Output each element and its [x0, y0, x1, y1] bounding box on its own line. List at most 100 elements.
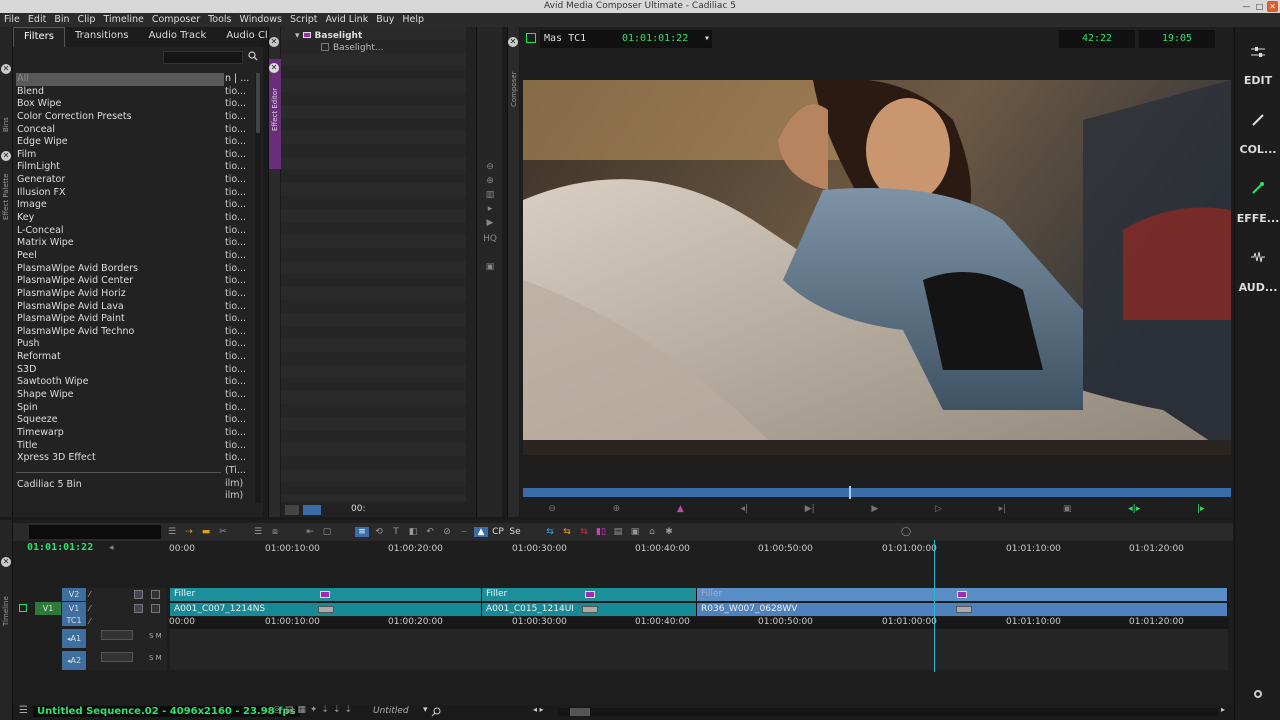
effect-category-item[interactable]: Squeeze [16, 414, 224, 427]
workspace-effects[interactable]: EFFE... [1235, 212, 1280, 225]
grid-icon[interactable]: ▥ [483, 190, 497, 202]
menu-timeline[interactable]: Timeline [103, 13, 143, 27]
audio-waveform-icon[interactable] [101, 630, 133, 640]
bins-strip-label[interactable]: Bins [2, 117, 10, 132]
monitor-menu-icon[interactable] [526, 33, 536, 43]
effect-category-item[interactable]: Reformat [16, 351, 224, 364]
timeline-scrollbar[interactable] [558, 708, 1218, 716]
play-icon[interactable]: ▶ [871, 504, 878, 514]
effect-category-item[interactable]: PlasmaWipe Avid Paint [16, 313, 224, 326]
effect-category-item[interactable]: Shape Wipe [16, 389, 224, 402]
delete-icon[interactable]: ⇆ [577, 527, 591, 537]
composer-strip-label[interactable]: Composer [510, 71, 518, 107]
go-to-previous-keyframe-icon[interactable]: ◂| [740, 504, 748, 514]
effect-category-item[interactable]: Matrix Wipe [16, 237, 224, 250]
timecode-display[interactable]: Mas TC1 01:01:01:22 ▾ [540, 30, 712, 48]
search-input[interactable] [163, 51, 243, 64]
se-toggle[interactable]: Se [508, 527, 522, 537]
audio-fade-icon[interactable]: ⌣ [457, 527, 471, 537]
mark-in-icon[interactable]: ◂|▸ [1128, 504, 1140, 514]
menu-clip[interactable]: Clip [78, 13, 96, 27]
effect-name[interactable]: ▾ Baselight [295, 31, 362, 41]
menu-script[interactable]: Script [290, 13, 318, 27]
cp-toggle[interactable]: CP [491, 527, 505, 537]
source-track-v1[interactable]: V1 [35, 602, 61, 615]
track-tc1[interactable]: TC1 [62, 615, 86, 626]
search-icon[interactable] [248, 51, 258, 61]
effect-category-item[interactable]: Key [16, 212, 224, 225]
track-monitor-icon[interactable] [151, 590, 160, 599]
scroll-right-icon[interactable]: ▸ [1221, 705, 1225, 714]
step-forward-icon[interactable]: ▷ [935, 504, 942, 514]
close-bins-icon[interactable]: ✕ [1, 64, 11, 74]
close-palette-icon[interactable]: ✕ [1, 151, 11, 161]
zoom-out-icon[interactable]: ⊖ [548, 504, 556, 514]
toolbar-menu-icon[interactable]: ☰ [165, 527, 179, 537]
audio-waveform-icon[interactable] [101, 652, 133, 662]
disable-icon[interactable]: ⊘ [440, 527, 454, 537]
timeline-tool-icons[interactable]: ◎▤▦✦⇣⇣⇣ [273, 705, 356, 715]
remaining-display[interactable]: 19:05 [1139, 30, 1215, 48]
close-effect-editor-icon[interactable]: ✕ [269, 37, 279, 47]
sync-lock-icon[interactable]: ≡ [355, 527, 369, 537]
effect-category-item[interactable]: Timewarp [16, 427, 224, 440]
bin-name[interactable]: Cadiliac 5 Bin [17, 479, 82, 490]
effect-category-item[interactable]: PlasmaWipe Avid Lava [16, 301, 224, 314]
effect-category-item[interactable]: Generator [16, 174, 224, 187]
link-icon[interactable]: ⟲ [372, 527, 386, 537]
zoom-in-icon[interactable]: ⊕ [483, 176, 497, 188]
effect-editor-strip-label[interactable]: Effect Editor [271, 88, 279, 131]
effect-category-item[interactable]: Title [16, 440, 224, 453]
menu-avid-link[interactable]: Avid Link [326, 13, 369, 27]
timecode-menu-icon[interactable]: ◂ [109, 543, 114, 553]
edit-workspace-icon[interactable] [1251, 45, 1265, 59]
effect-category-item[interactable]: L-Conceal [16, 225, 224, 238]
tab-filters[interactable]: Filters [13, 27, 65, 47]
maximize-button[interactable]: □ [1254, 1, 1265, 12]
master-timecode[interactable]: 01:01:01:22 [27, 542, 93, 553]
keyframe-icon[interactable] [285, 505, 299, 515]
mark-out-icon[interactable]: |▸ [1197, 504, 1205, 514]
effect-category-item[interactable]: S3D [16, 364, 224, 377]
workspace-edit[interactable]: EDIT [1235, 74, 1280, 87]
video-monitor-icon[interactable] [19, 604, 27, 612]
track-a1[interactable]: ◂A1 [62, 629, 86, 648]
settings-gear-icon[interactable] [1254, 690, 1262, 698]
close-composer-icon[interactable]: ✕ [508, 37, 518, 47]
menu-edit[interactable]: Edit [28, 13, 46, 27]
segment-icon[interactable]: ▤ [611, 527, 625, 537]
dropdown-arrow-icon[interactable]: ▾ [423, 705, 428, 715]
hq-icon[interactable]: HQ [483, 234, 497, 246]
effect-category-item[interactable]: All [16, 73, 224, 86]
color-workspace-icon[interactable] [1251, 113, 1265, 127]
effect-category-item[interactable]: Push [16, 338, 224, 351]
select-tool-icon[interactable]: ▲ [474, 527, 488, 537]
effect-category-item[interactable]: PlasmaWipe Avid Center [16, 275, 224, 288]
timeline-search-icon[interactable] [431, 707, 441, 717]
outline-icon[interactable]: ▸ [483, 204, 497, 216]
position-indicator[interactable] [849, 486, 851, 499]
effect-category-item[interactable]: PlasmaWipe Avid Borders [16, 263, 224, 276]
bin-column-header[interactable]: n | ... [225, 73, 255, 86]
effect-category-item[interactable]: Edge Wipe [16, 136, 224, 149]
effect-palette-strip-label[interactable]: Effect Palette [2, 173, 10, 220]
close-timeline-icon[interactable]: ✕ [1, 557, 11, 567]
undo-icon[interactable]: ↶ [423, 527, 437, 537]
effect-category-item[interactable]: Spin [16, 402, 224, 415]
scroll-left-icon[interactable]: ◂ ▸ [533, 705, 544, 714]
extract-icon[interactable]: ⇆ [560, 527, 574, 537]
track-lock-icon[interactable]: ⁄ [89, 617, 90, 626]
effect-mode-icon[interactable] [303, 505, 321, 515]
play-preview-icon[interactable]: ▶ [483, 218, 497, 230]
timeline-ruler[interactable]: 00:00 01:00:10:00 01:00:20:00 01:00:30:0… [169, 544, 1229, 556]
lift-icon[interactable]: ▢ [320, 527, 334, 537]
tab-transitions[interactable]: Transitions [65, 27, 139, 47]
monitor-icon[interactable]: ◧ [406, 527, 420, 537]
track-a2[interactable]: ◂A2 [62, 651, 86, 670]
effect-category-item[interactable]: Peel [16, 250, 224, 263]
tab-audio-track[interactable]: Audio Track [139, 27, 217, 47]
effect-category-item[interactable]: Illusion FX [16, 187, 224, 200]
render-icon[interactable]: ▣ [483, 262, 497, 274]
sequence-name[interactable]: Untitled Sequence.02 - 4096x2160 - 23.98… [33, 706, 300, 717]
add-keyframe-icon[interactable]: ▲ [677, 504, 684, 514]
